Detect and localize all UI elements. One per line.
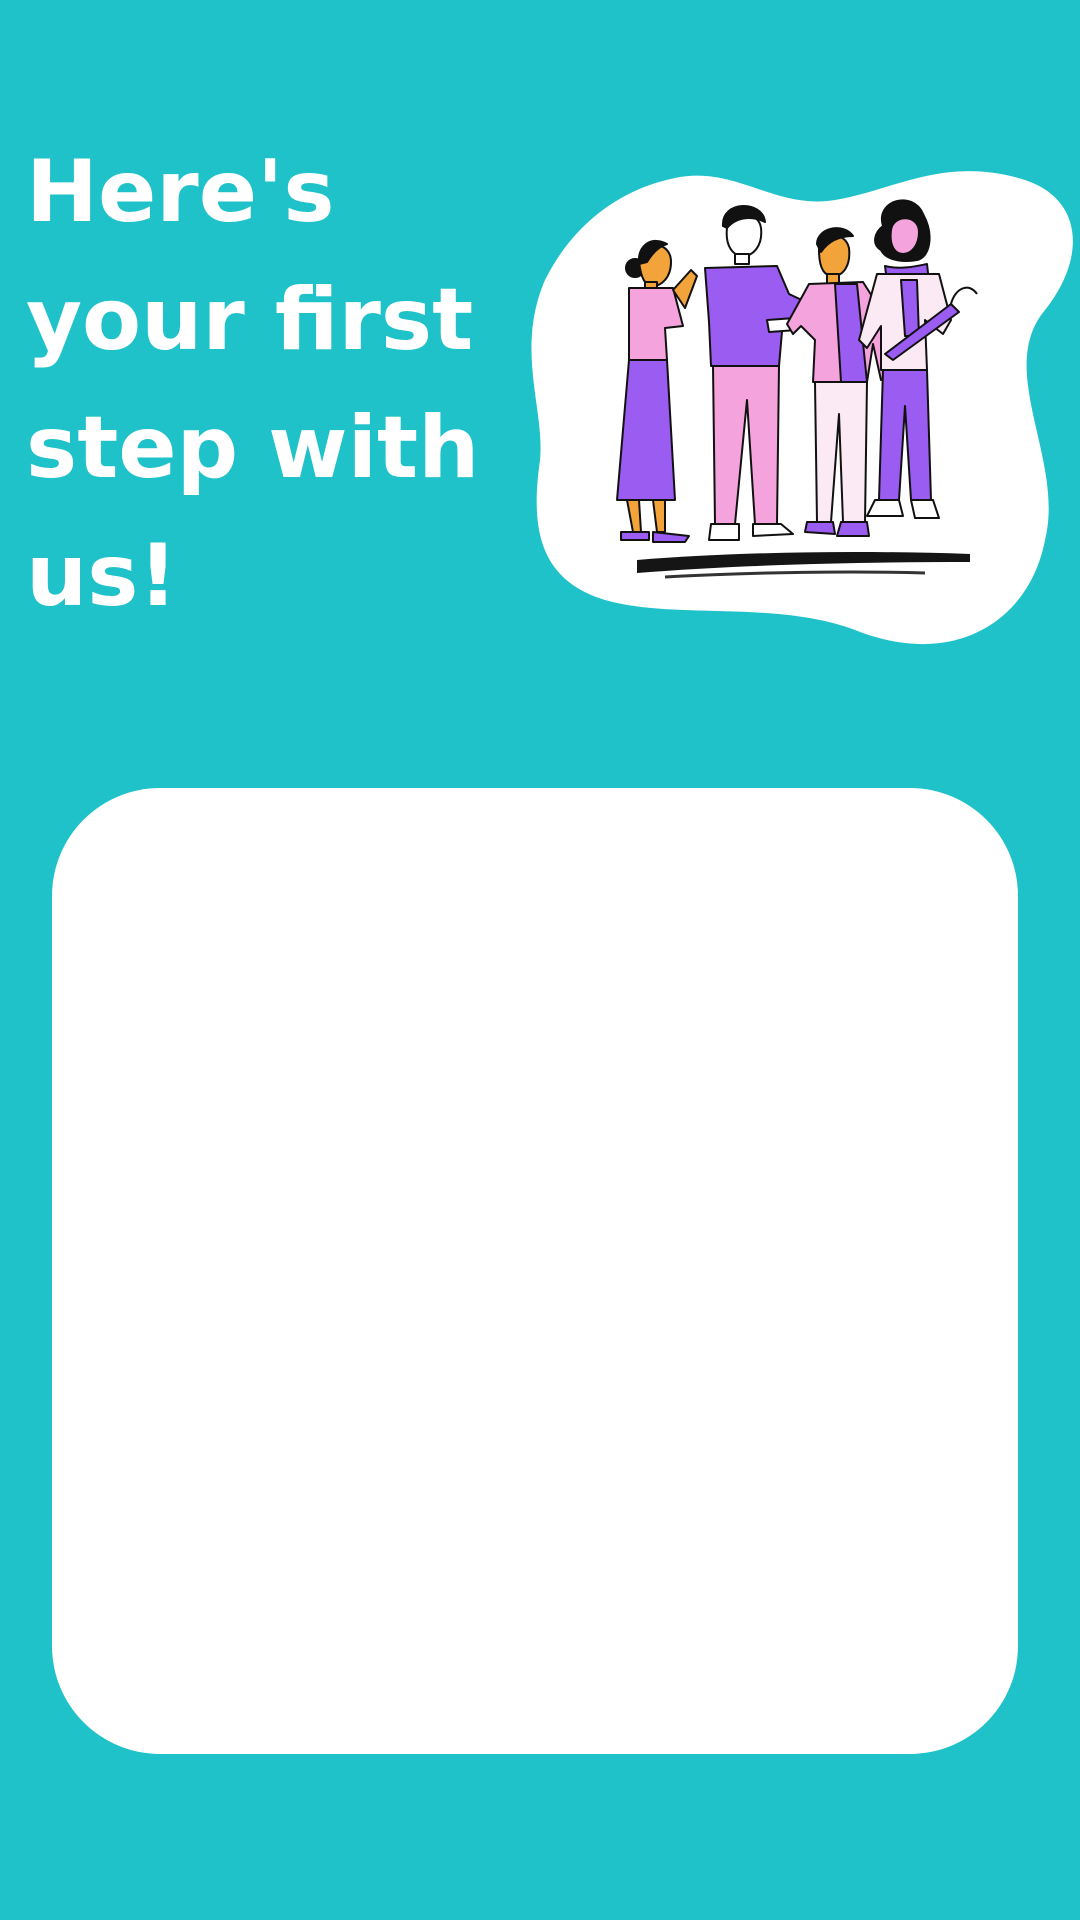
headline-line-2: your first xyxy=(26,270,474,370)
headline-line-1: Here's xyxy=(26,142,335,242)
headline-line-4: us! xyxy=(26,526,178,626)
content-card xyxy=(52,788,1018,1754)
people-greeting-illustration xyxy=(531,171,1073,645)
headline: Here's your first step with us! xyxy=(26,128,546,640)
headline-line-3: step with xyxy=(26,398,480,498)
